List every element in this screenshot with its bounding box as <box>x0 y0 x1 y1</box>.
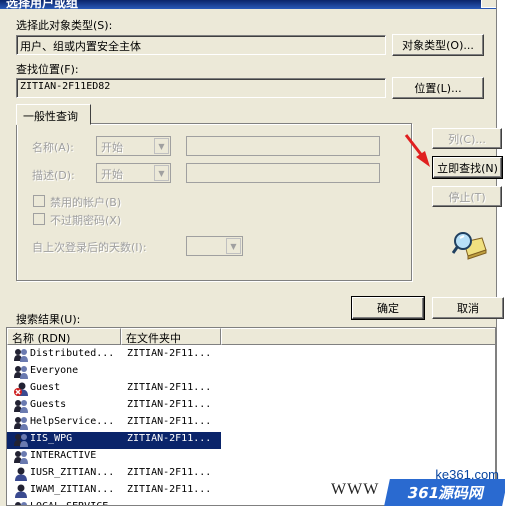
result-row[interactable]: HelpService... ZITIAN-2F11... <box>7 415 495 432</box>
column-header-name[interactable]: 名称 (RDN) <box>7 328 121 345</box>
result-name: IUSR_ZITIAN... <box>30 467 115 478</box>
result-name: Everyone <box>30 365 79 376</box>
group-icon <box>13 415 29 431</box>
disabled-accounts-checkbox[interactable] <box>33 195 45 207</box>
chevron-down-icon: ▼ <box>154 138 169 154</box>
watermark-brand: 361源码网 <box>384 479 505 506</box>
chevron-down-icon: ▼ <box>154 165 169 181</box>
result-name: IWAM_ZITIAN... <box>30 484 115 495</box>
title-bar: 选择用户或组 <box>0 0 505 9</box>
result-name: INTERACTIVE <box>30 450 97 461</box>
window-right-edge <box>496 0 505 506</box>
disabled-user-icon <box>13 381 29 397</box>
stop-button[interactable]: 停止(T) <box>432 186 502 207</box>
column-header-folder[interactable]: 在文件夹中 <box>121 328 221 345</box>
location-field: ZITIAN-2F11ED82 <box>16 78 386 98</box>
group-icon <box>13 432 29 448</box>
description-label: 描述(D): <box>32 169 75 182</box>
result-folder: ZITIAN-2F11... <box>127 484 212 495</box>
locations-button[interactable]: 位置(L)... <box>392 77 484 99</box>
result-name: Guests <box>30 399 67 410</box>
result-name: IIS_WPG <box>30 433 73 444</box>
user-icon <box>13 483 29 499</box>
group-icon <box>13 364 29 380</box>
name-mode-value: 开始 <box>101 141 123 154</box>
days-since-logon-label: 自上次登录后的天数(I): <box>32 241 147 254</box>
user-icon <box>13 466 29 482</box>
name-label: 名称(A): <box>32 141 74 154</box>
location-label: 查找位置(F): <box>16 63 79 76</box>
non-expiring-password-label: 不过期密码(X) <box>50 214 122 227</box>
chevron-down-icon: ▼ <box>226 238 241 254</box>
name-input[interactable] <box>186 136 380 156</box>
window-title: 选择用户或组 <box>6 0 79 9</box>
description-input[interactable] <box>186 163 380 183</box>
result-row[interactable]: Guest ZITIAN-2F11... <box>7 381 495 398</box>
group-icon <box>13 347 29 363</box>
disabled-accounts-label: 禁用的帐户(B) <box>50 196 122 209</box>
result-name: Distributed... <box>30 348 115 359</box>
column-header-filler <box>221 328 495 345</box>
watermark: ke361.com WWW 361源码网 <box>325 463 505 506</box>
group-icon <box>13 449 29 465</box>
non-expiring-password-checkbox[interactable] <box>33 213 45 225</box>
object-type-field: 用户、组或内置安全主体 <box>16 35 386 55</box>
find-now-button[interactable]: 立即查找(N) <box>432 156 503 179</box>
result-name: HelpService... <box>30 416 115 427</box>
result-folder: ZITIAN-2F11... <box>127 416 212 427</box>
description-mode-value: 开始 <box>101 168 123 181</box>
watermark-www: WWW <box>331 481 380 498</box>
cancel-button[interactable]: 取消 <box>432 297 504 319</box>
search-results-label: 搜索结果(U): <box>16 313 81 326</box>
result-row[interactable]: Everyone <box>7 364 495 381</box>
search-illustration-icon <box>452 232 487 260</box>
annotation-arrow-icon <box>404 134 430 167</box>
name-mode-select[interactable]: 开始 ▼ <box>96 136 171 156</box>
result-folder: ZITIAN-2F11... <box>127 382 212 393</box>
group-icon <box>13 500 29 505</box>
result-folder: ZITIAN-2F11... <box>127 467 212 478</box>
object-types-button[interactable]: 对象类型(O)... <box>392 34 484 56</box>
result-row[interactable]: Guests ZITIAN-2F11... <box>7 398 495 415</box>
ok-button[interactable]: 确定 <box>351 296 425 320</box>
result-folder: ZITIAN-2F11... <box>127 348 212 359</box>
result-name: LOCAL SERVICE <box>30 501 108 505</box>
group-icon <box>13 398 29 414</box>
tab-general-queries[interactable]: 一般性查询 <box>16 104 91 125</box>
result-folder: ZITIAN-2F11... <box>127 399 212 410</box>
result-name: Guest <box>30 382 61 393</box>
object-type-label: 选择此对象类型(S): <box>16 19 113 32</box>
columns-button[interactable]: 列(C)... <box>432 128 502 149</box>
result-row[interactable]: Distributed... ZITIAN-2F11... <box>7 347 495 364</box>
result-folder: ZITIAN-2F11... <box>127 433 212 444</box>
days-since-logon-select[interactable]: ▼ <box>186 236 243 256</box>
description-mode-select[interactable]: 开始 ▼ <box>96 163 171 183</box>
result-row[interactable]: IIS_WPG ZITIAN-2F11... <box>7 432 495 449</box>
